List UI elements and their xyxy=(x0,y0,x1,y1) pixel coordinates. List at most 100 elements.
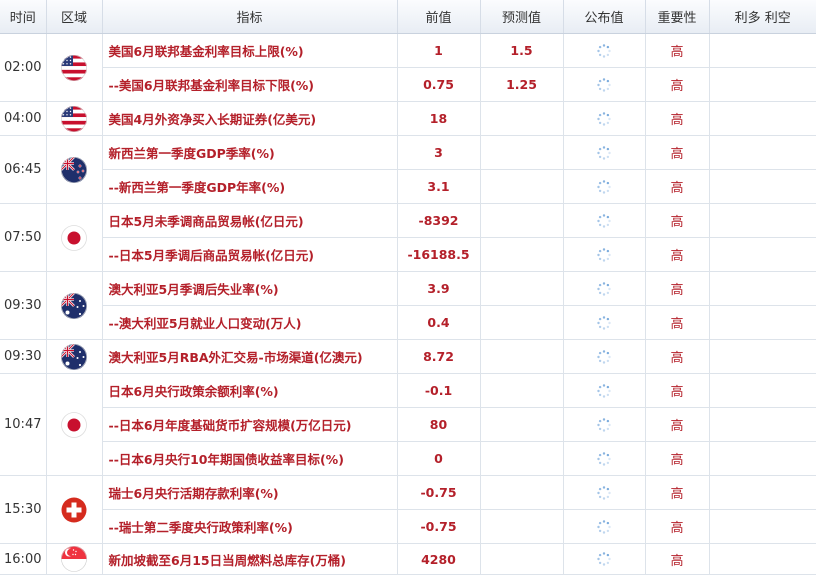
region-flag xyxy=(46,203,103,272)
table-header: 时间 区域 指标 前值 预测值 公布值 重要性 利多 利空 xyxy=(0,0,816,34)
previous-value: 3.1 xyxy=(397,169,481,204)
loading-spinner-icon xyxy=(597,350,611,364)
published-value xyxy=(563,33,646,68)
effect-value xyxy=(709,373,816,408)
indicator-name[interactable]: --日本6月央行10年期国债收益率目标(%) xyxy=(102,441,398,476)
effect-value xyxy=(709,203,816,238)
table-row: --日本6月央行10年期国债收益率目标(%) 0 高 xyxy=(0,441,816,476)
event-time: 10:47 xyxy=(0,373,47,476)
indicator-name[interactable]: 瑞士6月央行活期存款利率(%) xyxy=(102,475,398,510)
event-time: 02:00 xyxy=(0,33,47,102)
effect-value xyxy=(709,407,816,442)
effect-value xyxy=(709,475,816,510)
forecast-value xyxy=(480,305,564,340)
table-row: 15:30 瑞士6月央行活期存款利率(%) -0.75 高 xyxy=(0,475,816,544)
effect-value xyxy=(709,339,816,374)
importance-value: 高 xyxy=(645,237,710,272)
forecast-value xyxy=(480,407,564,442)
effect-value xyxy=(709,271,816,306)
indicator-name[interactable]: 澳大利亚5月季调后失业率(%) xyxy=(102,271,398,306)
importance-value: 高 xyxy=(645,339,710,374)
indicator-name[interactable]: --日本5月季调后商品贸易帐(亿日元) xyxy=(102,237,398,272)
forecast-value: 1.5 xyxy=(480,33,564,68)
table-row: 06:45 新西兰第一季度GDP季率(%) 3 高 xyxy=(0,135,816,204)
indicator-name[interactable]: 日本6月央行政策余额利率(%) xyxy=(102,373,398,408)
forecast-value xyxy=(480,271,564,306)
column-header-region: 区域 xyxy=(46,0,103,34)
effect-value xyxy=(709,33,816,68)
effect-value xyxy=(709,305,816,340)
jp-flag-icon xyxy=(61,224,87,251)
loading-spinner-icon xyxy=(597,282,611,296)
forecast-value xyxy=(480,169,564,204)
importance-value: 高 xyxy=(645,33,710,68)
indicator-name[interactable]: --日本6月年度基础货币扩容规模(万亿日元) xyxy=(102,407,398,442)
forecast-value xyxy=(480,237,564,272)
table-row: --日本5月季调后商品贸易帐(亿日元) -16188.5 高 xyxy=(0,237,816,272)
table-row: 16:00 新加坡截至6月15日当周燃料总库存(万桶) 4280 高 xyxy=(0,543,816,575)
previous-value: 0.4 xyxy=(397,305,481,340)
importance-value: 高 xyxy=(645,271,710,306)
published-value xyxy=(563,509,646,544)
indicator-name[interactable]: --瑞士第二季度央行政策利率(%) xyxy=(102,509,398,544)
indicator-name[interactable]: --澳大利亚5月就业人口变动(万人) xyxy=(102,305,398,340)
sg-flag-icon xyxy=(61,546,87,572)
jp-flag-icon xyxy=(61,411,87,438)
loading-spinner-icon xyxy=(597,552,611,566)
ch-flag-icon xyxy=(61,497,87,522)
forecast-value: 1.25 xyxy=(480,67,564,102)
loading-spinner-icon xyxy=(597,214,611,228)
indicator-name[interactable]: --美国6月联邦基金利率目标下限(%) xyxy=(102,67,398,102)
event-time: 06:45 xyxy=(0,135,47,204)
indicator-name[interactable]: 新西兰第一季度GDP季率(%) xyxy=(102,135,398,170)
loading-spinner-icon xyxy=(597,452,611,466)
column-header-previous: 前值 xyxy=(397,0,481,34)
loading-spinner-icon xyxy=(597,112,611,126)
published-value xyxy=(563,237,646,272)
indicator-name[interactable]: 美国6月联邦基金利率目标上限(%) xyxy=(102,33,398,68)
previous-value: 4280 xyxy=(397,543,481,575)
forecast-value xyxy=(480,475,564,510)
forecast-value xyxy=(480,339,564,374)
previous-value: 0.75 xyxy=(397,67,481,102)
region-flag xyxy=(46,33,103,102)
economic-calendar-table: 时间 区域 指标 前值 预测值 公布值 重要性 利多 利空 02:00 美国6月联… xyxy=(0,0,816,575)
region-flag xyxy=(46,543,103,575)
effect-value xyxy=(709,67,816,102)
column-header-importance: 重要性 xyxy=(645,0,710,34)
previous-value: 3 xyxy=(397,135,481,170)
importance-value: 高 xyxy=(645,305,710,340)
indicator-name[interactable]: 日本5月未季调商品贸易帐(亿日元) xyxy=(102,203,398,238)
loading-spinner-icon xyxy=(597,44,611,58)
au-flag-icon xyxy=(61,343,87,370)
effect-value xyxy=(709,441,816,476)
importance-value: 高 xyxy=(645,169,710,204)
published-value xyxy=(563,169,646,204)
previous-value: 80 xyxy=(397,407,481,442)
event-time: 15:30 xyxy=(0,475,47,544)
previous-value: -8392 xyxy=(397,203,481,238)
region-flag xyxy=(46,373,103,476)
event-time: 09:30 xyxy=(0,271,47,340)
event-time: 09:30 xyxy=(0,339,47,374)
published-value xyxy=(563,67,646,102)
loading-spinner-icon xyxy=(597,78,611,92)
forecast-value xyxy=(480,373,564,408)
region-flag xyxy=(46,339,103,374)
importance-value: 高 xyxy=(645,135,710,170)
forecast-value xyxy=(480,509,564,544)
indicator-name[interactable]: 澳大利亚5月RBA外汇交易-市场渠道(亿澳元) xyxy=(102,339,398,374)
forecast-value xyxy=(480,543,564,575)
indicator-name[interactable]: --新西兰第一季度GDP年率(%) xyxy=(102,169,398,204)
published-value xyxy=(563,305,646,340)
region-flag xyxy=(46,271,103,340)
indicator-name[interactable]: 美国4月外资净买入长期证券(亿美元) xyxy=(102,101,398,136)
effect-value xyxy=(709,135,816,170)
table-row: 04:00 美国4月外资净买入长期证券(亿美元) 18 高 xyxy=(0,101,816,136)
region-flag xyxy=(46,101,103,136)
indicator-name[interactable]: 新加坡截至6月15日当周燃料总库存(万桶) xyxy=(102,543,398,575)
nz-flag-icon xyxy=(61,156,87,183)
au-flag-icon xyxy=(61,292,87,319)
published-value xyxy=(563,339,646,374)
region-flag xyxy=(46,475,103,544)
